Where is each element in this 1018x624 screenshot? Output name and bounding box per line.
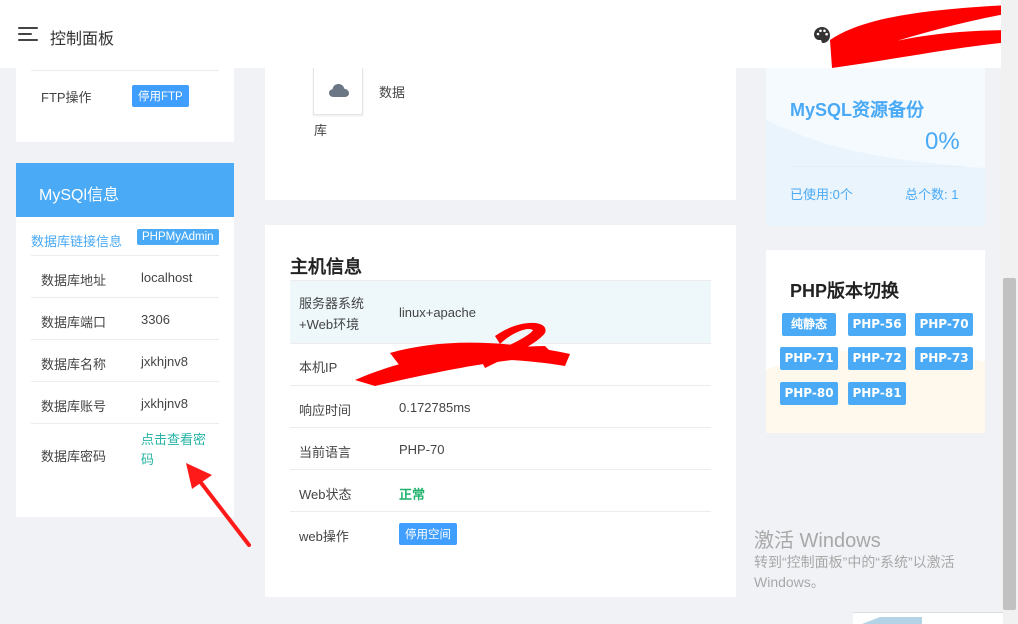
- ftp-row: FTP操作 停用FTP: [31, 70, 219, 116]
- db-row-host: 数据库地址 localhost: [31, 255, 219, 297]
- db-row-value: localhost: [141, 270, 193, 285]
- php-version-button[interactable]: PHP-56: [848, 313, 906, 336]
- db-row-label: 数据库密码: [41, 449, 107, 464]
- database-tile[interactable]: [313, 68, 363, 115]
- host-row-response: 响应时间 0.172785ms: [290, 385, 711, 427]
- php-version-button[interactable]: PHP-73: [915, 347, 973, 370]
- db-row-value: jxkhjnv8: [141, 354, 188, 369]
- mysql-card-header: MySQl信息: [16, 163, 234, 217]
- db-row-label: 数据库端口: [41, 315, 107, 330]
- backup-progress-track: [790, 166, 962, 167]
- host-info-title: 主机信息: [290, 257, 362, 277]
- php-version-button[interactable]: PHP-80: [780, 382, 838, 405]
- web-status-badge: 正常: [399, 487, 426, 502]
- db-row-port: 数据库端口 3306: [31, 297, 219, 339]
- redaction-scribble: [830, 5, 1016, 68]
- host-row-value: 0.172785ms: [399, 400, 471, 415]
- db-row-label: 数据库地址: [41, 273, 107, 288]
- activate-windows-title: 激活 Windows: [754, 530, 881, 552]
- php-version-button[interactable]: 纯静态: [782, 313, 836, 336]
- backup-percent: 0%: [925, 128, 960, 155]
- db-row-name: 数据库名称 jxkhjnv8: [31, 339, 219, 381]
- ftp-label: FTP操作: [41, 90, 92, 105]
- db-row-label: 数据库名称: [41, 357, 107, 372]
- php-switch-title: PHP版本切换: [790, 281, 900, 301]
- php-version-card: PHP版本切换 纯静态 PHP-56 PHP-70 PHP-71 PHP-72 …: [766, 250, 985, 433]
- host-row-label: Web状态: [299, 487, 352, 502]
- db-row-value: 3306: [141, 312, 170, 327]
- ftp-card: FTP操作 停用FTP: [16, 68, 234, 142]
- activate-windows-subtitle: 转到“控制面板”中的“系统”以激活 Windows。: [754, 554, 955, 590]
- db-link-info-label: 数据库链接信息: [31, 234, 123, 249]
- db-row-label: 数据库账号: [41, 399, 107, 414]
- hamburger-menu-icon[interactable]: [18, 26, 38, 42]
- redaction-scribble: [355, 322, 570, 386]
- php-version-button[interactable]: PHP-71: [780, 347, 838, 370]
- php-version-button[interactable]: PHP-72: [848, 347, 906, 370]
- scrollbar-thumb[interactable]: [1003, 278, 1016, 610]
- host-row-web-action: web操作 停用空间: [290, 511, 711, 555]
- host-row-label: 本机IP: [299, 360, 338, 375]
- backup-title: MySQL资源备份: [790, 100, 925, 120]
- cloud-icon: [329, 84, 349, 97]
- host-row-web-status: Web状态 正常: [290, 469, 711, 511]
- phpmyadmin-button[interactable]: PHPMyAdmin: [137, 229, 219, 245]
- php-version-button[interactable]: PHP-70: [915, 313, 973, 336]
- database-widget-card: 数据 库: [265, 68, 736, 200]
- disable-space-button[interactable]: 停用空间: [399, 523, 457, 545]
- red-arrow-annotation: [186, 463, 251, 547]
- top-bar: 控制面板: [0, 0, 1018, 68]
- backup-total: 总个数: 1: [905, 187, 959, 202]
- database-label: 数据: [379, 85, 406, 100]
- db-row-account: 数据库账号 jxkhjnv8: [31, 381, 219, 423]
- disable-ftp-button[interactable]: 停用FTP: [132, 85, 189, 107]
- page-title: 控制面板: [50, 31, 115, 48]
- backup-used: 已使用:0个: [790, 187, 853, 202]
- database-label-wrap: 库: [314, 123, 328, 138]
- mysql-backup-card: MySQL资源备份 0% 已使用:0个 总个数: 1: [766, 68, 985, 226]
- host-info-card: 主机信息 服务器系统+Web环境 linux+apache 本机IP 响应时间 …: [265, 225, 736, 597]
- db-row-value: jxkhjnv8: [141, 396, 188, 411]
- mysql-card-title: MySQl信息: [39, 187, 120, 204]
- host-row-language: 当前语言 PHP-70: [290, 427, 711, 469]
- host-row-label: web操作: [299, 529, 349, 544]
- host-row-label: 响应时间: [299, 403, 352, 418]
- host-row-value: PHP-70: [399, 442, 445, 457]
- php-version-button[interactable]: PHP-81: [848, 382, 906, 405]
- host-row-label: 当前语言: [299, 445, 352, 460]
